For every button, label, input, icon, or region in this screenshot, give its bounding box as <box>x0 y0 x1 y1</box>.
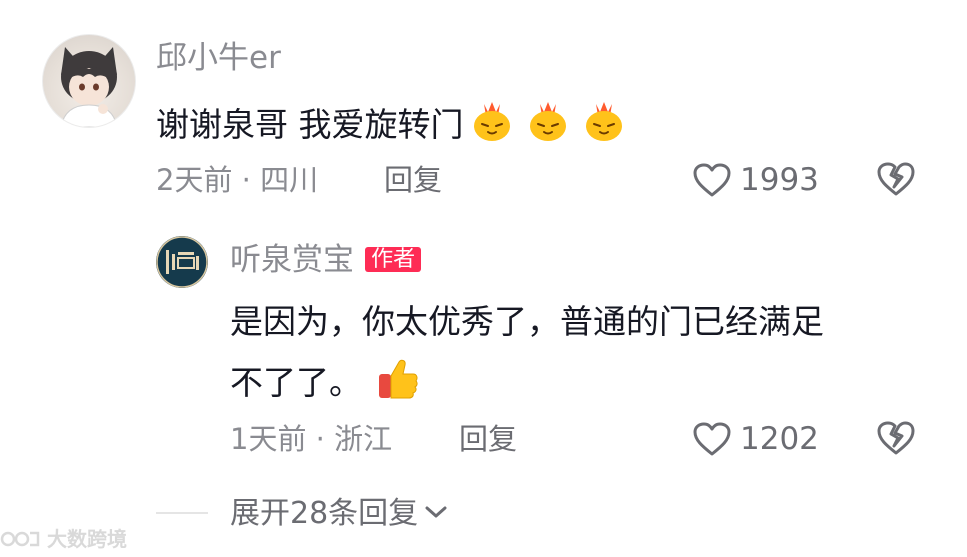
comment-dislike-broken-heart-icon[interactable] <box>876 160 916 198</box>
avatar-commenter[interactable] <box>42 34 136 128</box>
expand-replies-label: 展开28条回复 <box>230 496 419 531</box>
reply-text-line1: 是因为，你太优秀了，普通的门已经满足 <box>230 302 824 341</box>
heart-icon <box>693 422 731 456</box>
avatar-illustration-icon <box>60 47 118 127</box>
expand-replies-button[interactable]: 展开28条回复 <box>230 496 449 532</box>
reply-like-count: 1202 <box>740 421 819 457</box>
comment-meta: 2天前 · 四川 <box>156 162 318 198</box>
reply-text-line2-row: 不了了。 <box>230 356 421 413</box>
fire-chick-emoji-icon <box>576 98 632 155</box>
comment-like-button[interactable]: 1993 <box>692 158 822 202</box>
reply-time: 1天前 <box>230 422 307 456</box>
comment-like-count: 1993 <box>740 162 819 198</box>
fire-chick-emoji-icon <box>464 98 520 155</box>
thumbs-up-emoji-icon <box>373 356 421 413</box>
reply-separator: · <box>315 422 325 456</box>
avatar-author[interactable] <box>156 236 208 288</box>
chevron-down-icon <box>425 506 447 518</box>
commenter-username[interactable]: 邱小牛er <box>156 38 281 78</box>
comment-text-row: 谢谢泉哥 我爱旋转门 <box>156 98 632 155</box>
expand-divider <box>156 512 208 514</box>
reply-location: 浙江 <box>334 422 393 456</box>
reply-reply-button[interactable]: 回复 <box>459 421 517 457</box>
comment-reply-button[interactable]: 回复 <box>384 162 442 198</box>
reply-like-button[interactable]: 1202 <box>692 417 822 461</box>
author-badge: 作者 <box>365 247 422 272</box>
watermark-logo-icon <box>0 531 40 547</box>
watermark: 大数跨境 <box>0 525 127 553</box>
comment-location: 四川 <box>260 163 319 197</box>
comment-separator: · <box>241 163 251 197</box>
watermark-text: 大数跨境 <box>46 527 127 551</box>
author-header: 听泉赏宝 作者 <box>230 240 422 280</box>
author-logo-icon <box>156 236 208 288</box>
reply-text-line2: 不了了。 <box>230 363 362 402</box>
author-username[interactable]: 听泉赏宝 <box>230 242 354 278</box>
comment-text: 谢谢泉哥 我爱旋转门 <box>156 105 464 144</box>
comment-time: 2天前 <box>156 163 233 197</box>
heart-icon <box>693 163 731 197</box>
reply-meta: 1天前 · 浙江 <box>230 421 392 457</box>
reply-dislike-broken-heart-icon[interactable] <box>876 419 916 457</box>
fire-chick-emoji-icon <box>520 98 576 155</box>
